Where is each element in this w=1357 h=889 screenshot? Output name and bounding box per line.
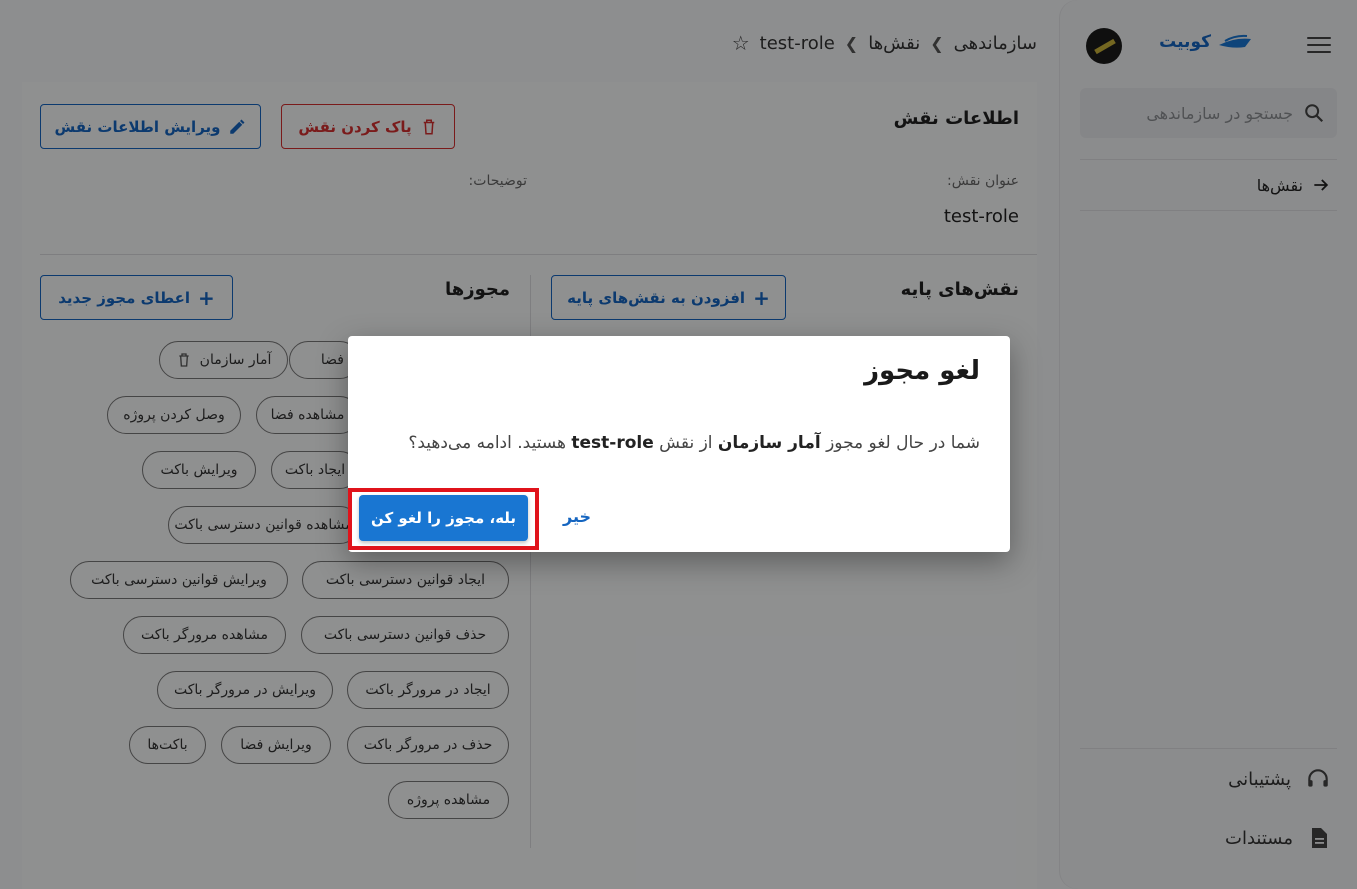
dialog-role-name: test-role: [571, 433, 654, 453]
cancel-button[interactable]: خیر: [563, 507, 591, 526]
highlight-box: [348, 488, 539, 550]
dialog-permission-name: آمار سازمان: [717, 433, 821, 453]
dialog-title: لغو مجوز: [864, 356, 980, 386]
dialog-message: شما در حال لغو مجوز آمار سازمان از نقش t…: [408, 433, 980, 453]
